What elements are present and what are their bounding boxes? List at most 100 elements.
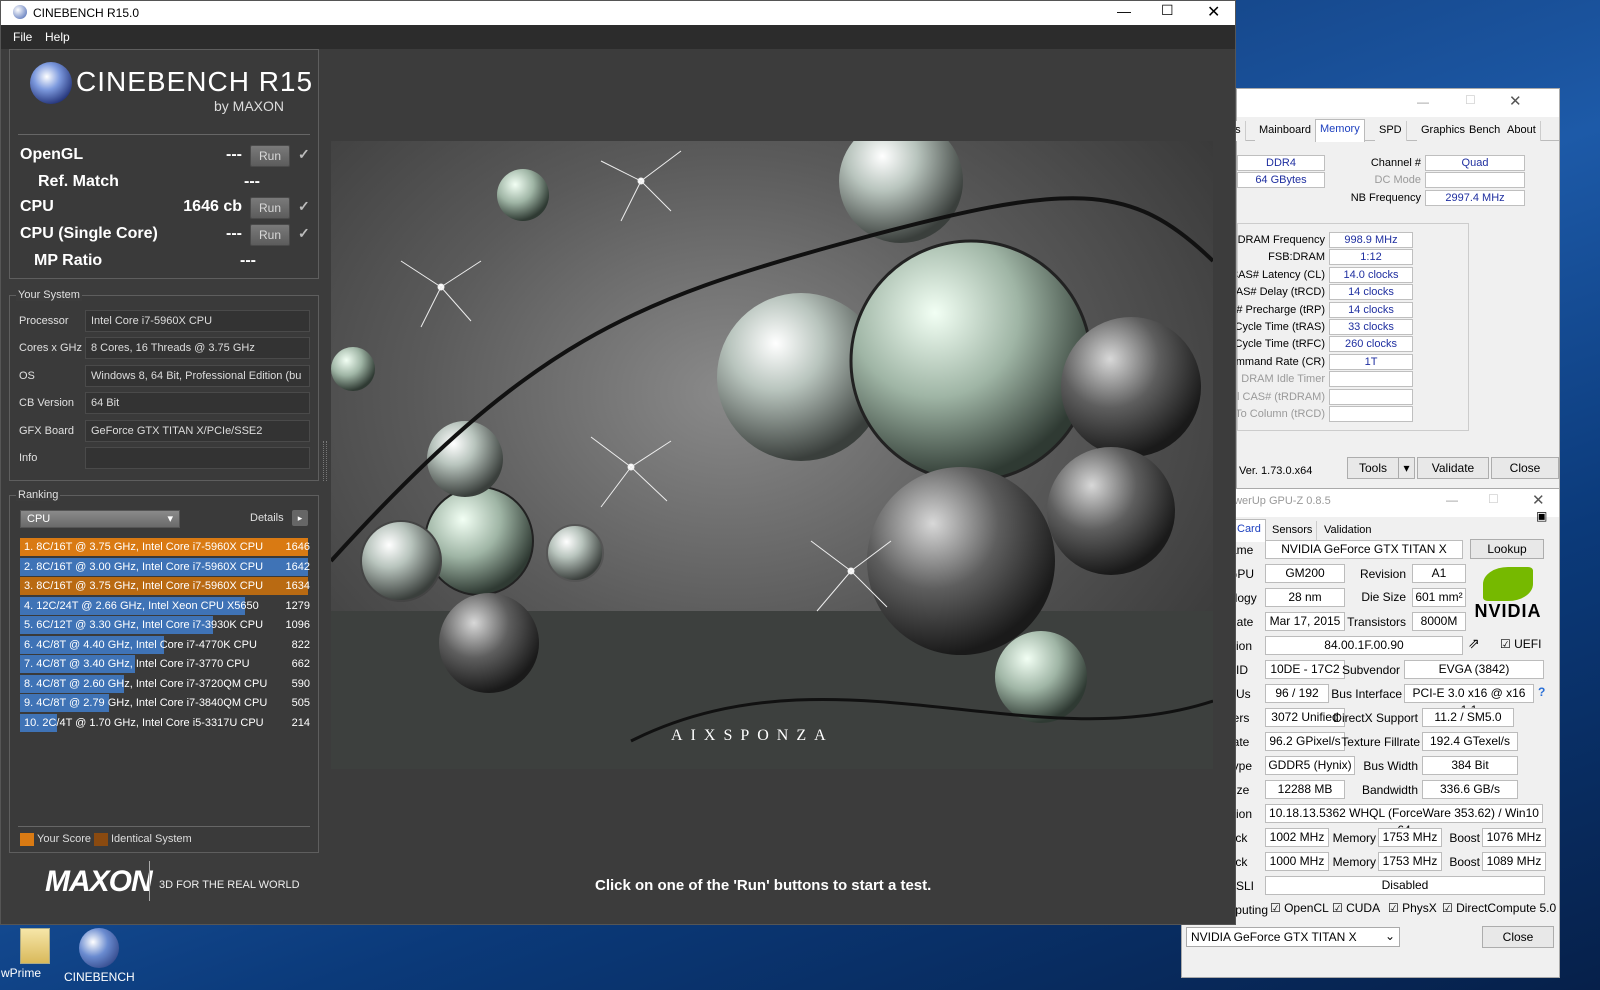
timing-label: RAS# Precharge (tRP) — [1237, 303, 1325, 316]
ranking-row[interactable]: 9. 4C/8T @ 2.79 GHz, Intel Core i7-3840Q… — [20, 694, 314, 712]
ranking-score: 822 — [291, 638, 310, 651]
close-button[interactable]: Close — [1491, 457, 1559, 479]
opengl-run-button[interactable]: Run — [250, 145, 290, 167]
system-row: GFX Board GeForce GTX TITAN X/PCIe/SSE2 — [10, 419, 310, 444]
maximize-icon[interactable]: ☐ — [1465, 93, 1476, 107]
default-memory-label: Memory — [1332, 855, 1376, 869]
ranking-row[interactable]: 2. 8C/16T @ 3.00 GHz, Intel Core i7-5960… — [20, 557, 314, 576]
panel-splitter[interactable] — [323, 441, 327, 481]
system-row-value[interactable]: Windows 8, 64 Bit, Professional Edition … — [85, 364, 310, 387]
gpu-value: GM200 — [1265, 564, 1345, 583]
revision-label: Revision — [1359, 567, 1406, 581]
tab-bench[interactable]: Bench — [1465, 121, 1506, 141]
render-scene — [331, 141, 1213, 769]
tools-button[interactable]: Tools ▾ — [1347, 457, 1415, 479]
aixsponza-brand: AIXSPONZA — [671, 727, 834, 744]
directx-label: DirectX Support — [1333, 711, 1418, 725]
memory-type-value: DDR4 — [1237, 155, 1325, 171]
system-row-label: CB Version — [19, 397, 75, 410]
ranking-row[interactable]: 1. 8C/16T @ 3.75 GHz, Intel Core i7-5960… — [20, 538, 314, 556]
transistors-value: 8000M — [1412, 612, 1466, 631]
your-score-legend: Your Score — [37, 833, 92, 845]
details-arrow-icon[interactable]: ▸ — [292, 510, 308, 526]
system-row: Cores x GHz 8 Cores, 16 Threads @ 3.75 GH… — [10, 337, 310, 361]
your-system-panel: Your System Processor Intel Core i7-5960X… — [9, 289, 319, 481]
directcompute-checkbox[interactable]: ☑ DirectCompute 5.0 — [1442, 901, 1556, 915]
default-clock-value: 1000 MHz — [1265, 852, 1329, 871]
timing-label: DRAM Frequency — [1237, 234, 1325, 246]
ranking-row[interactable]: 10. 2C/4T @ 1.70 GHz, Intel Core i5-3317… — [20, 713, 314, 732]
timing-value: 1:12 — [1329, 249, 1413, 266]
menu-file[interactable]: File — [13, 30, 32, 44]
cpu-run-button[interactable]: Run — [250, 197, 290, 219]
desktop-icon-cinebench[interactable]: CINEBENCH — [64, 928, 135, 984]
close-icon[interactable]: ✕ — [1532, 491, 1545, 509]
minimize-icon[interactable]: — — [1117, 3, 1131, 19]
tab-validation[interactable]: Validation — [1320, 521, 1376, 541]
system-row-value[interactable]: GeForce GTX TITAN X/PCIe/SSE2 — [85, 419, 310, 442]
minimize-icon[interactable]: — — [1417, 95, 1429, 109]
cinebench-logo-text: CINEBENCH R15 — [76, 66, 314, 97]
details-label[interactable]: Details — [250, 512, 284, 524]
sphere-mid-green — [424, 486, 534, 596]
ranking-row[interactable]: 4. 12C/24T @ 2.66 GHz, Intel Xeon CPU X5… — [20, 596, 314, 615]
system-row: Info — [10, 447, 310, 471]
test-opengl: OpenGL --- Run ✓ — [20, 145, 320, 170]
menu-help[interactable]: Help — [45, 30, 70, 44]
gpuz-close-button[interactable]: Close — [1482, 926, 1554, 948]
ranking-row[interactable]: 5. 6C/12T @ 3.30 GHz, Intel Core i7-3930… — [20, 616, 314, 634]
validate-button[interactable]: Validate — [1417, 457, 1489, 479]
ranking-row[interactable]: 3. 8C/16T @ 3.75 GHz, Intel Core i7-5960… — [20, 577, 314, 595]
ranking-row[interactable]: 6. 4C/8T @ 4.40 GHz, Intel Core i7-4770K… — [20, 635, 314, 654]
system-row-value[interactable]: 8 Cores, 16 Threads @ 3.75 GHz — [85, 337, 310, 360]
timing-label: FSB:DRAM — [1268, 251, 1325, 264]
sphere-bottom-dark — [439, 593, 539, 693]
cpu-single-run-button[interactable]: Run — [250, 224, 290, 246]
tab-memory[interactable]: Memory — [1315, 119, 1365, 142]
minimize-icon[interactable]: — — [1446, 493, 1458, 507]
tab-graphics[interactable]: Graphics — [1417, 121, 1471, 141]
share-icon[interactable]: ⇗ — [1468, 635, 1480, 652]
physx-label: PhysX — [1402, 901, 1437, 915]
chevron-down-icon: ⌄ — [1384, 929, 1395, 943]
bus-help-icon[interactable]: ? — [1538, 685, 1545, 699]
timing-label: DRAM Idle Timer — [1241, 373, 1325, 386]
desktop-icon-wprime[interactable]: wPrime — [0, 928, 56, 980]
system-row-value[interactable]: Intel Core i7-5960X CPU — [85, 310, 310, 332]
tab-about[interactable]: About — [1503, 121, 1541, 141]
tab-spd[interactable]: SPD — [1375, 121, 1407, 141]
gpu-select[interactable]: NVIDIA GeForce GTX TITAN X ⌄ — [1186, 927, 1400, 947]
tab-sensors[interactable]: Sensors — [1268, 521, 1318, 541]
ranking-dropdown[interactable]: CPU ▾ — [20, 510, 180, 528]
cinebench-titlebar: CINEBENCH R15.0 — ☐ ✕ — [1, 1, 1235, 25]
test-score: --- — [240, 252, 256, 269]
system-row-value[interactable]: 64 Bit — [85, 392, 310, 415]
system-row-value[interactable] — [85, 447, 310, 469]
close-icon[interactable]: ✕ — [1509, 92, 1522, 110]
default-boost-label: Boost — [1449, 855, 1480, 869]
cuda-checkbox[interactable]: ☑ CUDA — [1332, 901, 1380, 915]
menu-bar: File Help — [1, 25, 1235, 49]
ranking-row[interactable]: 8. 4C/8T @ 2.60 GHz, Intel Core i7-3720Q… — [20, 674, 314, 693]
maximize-icon[interactable]: ☐ — [1488, 492, 1499, 506]
maximize-icon[interactable]: ☐ — [1161, 2, 1174, 19]
physx-checkbox[interactable]: ☑ PhysX — [1388, 901, 1437, 915]
uefi-checkbox[interactable]: ☑ UEFI — [1500, 637, 1541, 651]
bus-width-label: Bus Width — [1363, 759, 1418, 773]
status-message: Click on one of the 'Run' buttons to sta… — [595, 877, 932, 894]
gpu-clock-value: 1002 MHz — [1265, 828, 1329, 847]
lookup-button[interactable]: Lookup — [1470, 539, 1544, 559]
sphere-ornament-small — [546, 524, 604, 582]
system-row-label: Processor — [19, 315, 69, 327]
test-label: CPU (Single Core) — [20, 225, 158, 242]
test-score: --- — [244, 173, 260, 190]
ranking-row[interactable]: 7. 4C/8T @ 3.40 GHz, Intel Core i7-3770 … — [20, 655, 314, 673]
technology-value: 28 nm — [1265, 588, 1345, 607]
nvidia-logo: NVIDIA — [1466, 567, 1550, 627]
timing-label: Cycle Time (tRAS) — [1237, 321, 1325, 333]
tab-mainboard[interactable]: Mainboard — [1255, 121, 1316, 141]
close-icon[interactable]: ✕ — [1207, 2, 1220, 22]
opencl-checkbox[interactable]: ☑ OpenCL — [1270, 901, 1329, 915]
tab-card[interactable]: Card — [1232, 519, 1266, 542]
camera-icon[interactable]: ▣ — [1536, 509, 1547, 523]
